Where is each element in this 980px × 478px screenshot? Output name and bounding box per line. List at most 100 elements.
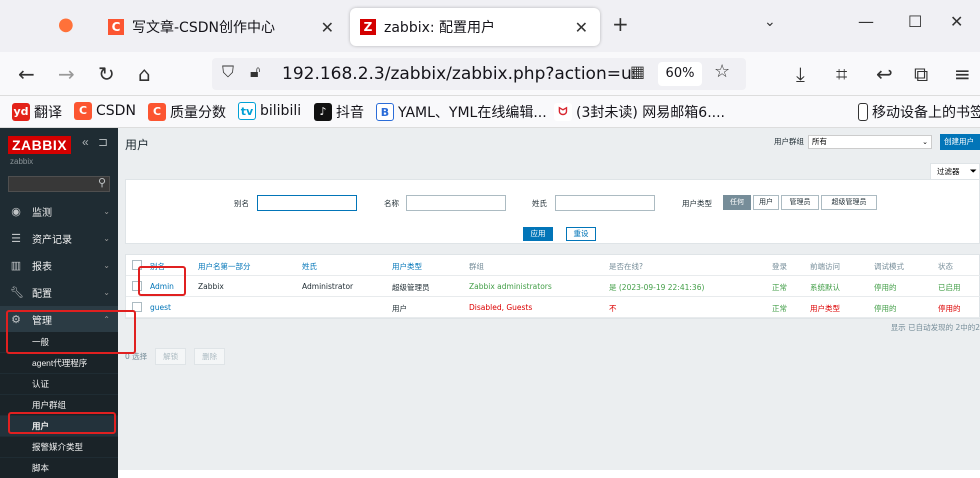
groups-link[interactable]: Zabbix administrators — [469, 282, 552, 291]
extensions-icon[interactable]: ⧉ — [914, 62, 928, 86]
url-text[interactable]: 192.168.2.3/zabbix/zabbix.php?action=use… — [282, 64, 634, 84]
reset-button[interactable]: 重设 — [566, 227, 596, 241]
submenu-users[interactable]: 用户 — [0, 416, 118, 436]
close-icon[interactable]: ✕ — [321, 18, 334, 37]
new-tab-icon[interactable]: + — [612, 12, 629, 36]
table-row: guest 用户 Disabled, Guests 不 正常 用户类型 停用的 … — [126, 297, 980, 318]
type-any[interactable]: 任何 — [723, 195, 751, 210]
login-status: 正常 — [772, 283, 787, 292]
alias-label: 别名 — [234, 199, 249, 208]
column-name[interactable]: 用户名第一部分 — [198, 261, 251, 272]
home-icon[interactable]: ⌂ — [138, 62, 151, 86]
chevron-up-icon: ⌃ — [103, 314, 110, 324]
select-all-checkbox[interactable] — [132, 260, 142, 270]
menu-reports[interactable]: ▥ 报表 ⌄ — [0, 252, 118, 278]
csdn-icon: C — [148, 103, 166, 121]
submenu-user-groups[interactable]: 用户群组 — [0, 395, 118, 415]
table-row: Admin Zabbix Administrator 超级管理员 Zabbix … — [126, 276, 980, 297]
firefox-icon[interactable]: ● — [58, 14, 74, 35]
url-bar[interactable]: ⛉ 🔓︎ 192.168.2.3/zabbix/zabbix.php?actio… — [212, 58, 746, 90]
submenu-general[interactable]: 一般 — [0, 332, 118, 352]
debug-mode-link[interactable]: 停用的 — [874, 303, 897, 314]
type-admin[interactable]: 管理员 — [781, 195, 819, 210]
window-close-icon[interactable]: ✕ — [950, 12, 963, 31]
tab-zabbix[interactable]: Z zabbix: 配置用户 ✕ — [350, 8, 600, 46]
menu-inventory[interactable]: ☰ 资产记录 ⌄ — [0, 225, 118, 251]
crop-icon[interactable]: ⌗ — [836, 62, 847, 86]
bookmark-translate[interactable]: yd 翻译 — [12, 102, 62, 122]
delete-button[interactable]: 删除 — [194, 348, 226, 365]
groups-link[interactable]: Disabled, Guests — [469, 303, 532, 312]
create-user-button[interactable]: 创建用户 — [940, 134, 980, 150]
zabbix-logo[interactable]: ZABBIX — [8, 136, 72, 154]
shield-icon[interactable]: ⛉ — [222, 62, 234, 82]
minimize-icon[interactable]: — — [858, 12, 874, 31]
debug-mode-link[interactable]: 停用的 — [874, 282, 897, 293]
surname-input[interactable] — [555, 195, 655, 211]
alias-link[interactable]: Admin — [150, 282, 174, 291]
navigation-bar: ← → ↻ ⌂ ⛉ 🔓︎ 192.168.2.3/zabbix/zabbix.p… — [0, 52, 980, 96]
chevron-down-icon: ⌄ — [103, 206, 110, 216]
user-group-select[interactable]: 所有 ⌄ — [808, 135, 932, 149]
submenu-proxies[interactable]: agent代理程序 — [0, 353, 118, 373]
alias-link[interactable]: guest — [150, 303, 171, 312]
chevron-down-icon[interactable]: ⌄ — [764, 14, 776, 30]
bookmark-star-icon[interactable]: ☆ — [714, 61, 730, 82]
menu-administration[interactable]: ⚙ 管理 ⌃ — [0, 306, 118, 332]
bookmark-douyin[interactable]: ♪ 抖音 — [314, 102, 364, 122]
name-input[interactable] — [406, 195, 506, 211]
bookmark-mobile[interactable]: 移动设备上的书签 — [858, 102, 980, 122]
qr-code-icon[interactable]: ▦ — [630, 62, 645, 81]
chevron-down-icon: ⌄ — [103, 287, 110, 297]
zoom-level[interactable]: 60% — [658, 62, 702, 86]
bookmark-quality[interactable]: C 质量分数 — [148, 102, 226, 122]
column-surname[interactable]: 姓氏 — [302, 261, 317, 272]
submenu-scripts[interactable]: 脚本 — [0, 458, 118, 478]
bookmark-bilibili[interactable]: tv bilibili — [238, 102, 301, 120]
apply-button[interactable]: 应用 — [523, 227, 553, 241]
type-super-admin[interactable]: 超级管理员 — [821, 195, 877, 210]
column-user-type[interactable]: 用户类型 — [392, 261, 422, 272]
menu-icon[interactable]: ≡ — [954, 62, 971, 86]
submenu-media-types[interactable]: 报警媒介类型 — [0, 437, 118, 457]
reload-icon[interactable]: ↻ — [98, 62, 115, 86]
user-type-cell: 超级管理员 — [392, 283, 430, 292]
sidebar-search-input[interactable]: ⚲ — [8, 176, 110, 192]
chart-icon: ▥ — [10, 259, 22, 272]
row-checkbox[interactable] — [132, 302, 142, 312]
reply-icon[interactable]: ↩ — [876, 62, 893, 86]
download-icon[interactable]: ⤓ — [796, 62, 805, 86]
browser-tab-bar: ● C 写文章-CSDN创作中心 ✕ Z zabbix: 配置用户 ✕ + ⌄ … — [0, 0, 980, 52]
submenu-authentication[interactable]: 认证 — [0, 374, 118, 394]
filter-tab[interactable]: 过滤器 ⏷ — [930, 163, 980, 179]
surname-cell: Administrator — [302, 282, 354, 291]
insecure-lock-icon[interactable]: 🔓︎ — [250, 62, 260, 82]
menu-configuration[interactable]: 🔧︎ 配置 ⌄ — [0, 279, 118, 305]
maximize-icon[interactable]: ☐ — [908, 12, 922, 31]
column-alias[interactable]: 别名 — [150, 261, 165, 272]
login-status: 正常 — [772, 304, 787, 313]
search-icon[interactable]: ⚲ — [98, 176, 106, 189]
alias-input[interactable] — [257, 195, 357, 211]
mail-icon: ᗢ — [554, 103, 572, 121]
unblock-button[interactable]: 解锁 — [155, 348, 187, 365]
status-link[interactable]: 停用的 — [938, 303, 961, 314]
bookmark-yaml[interactable]: B YAML、YML在线编辑... — [376, 102, 547, 122]
row-checkbox[interactable] — [132, 281, 142, 291]
back-icon[interactable]: ← — [18, 62, 35, 86]
kiosk-mode-icon[interactable]: ⊐ — [98, 135, 108, 149]
column-status: 状态 — [938, 262, 953, 271]
menu-monitoring[interactable]: ◉ 监测 ⌄ — [0, 198, 118, 224]
collapse-sidebar-icon[interactable]: « — [82, 135, 89, 149]
bookmark-mail[interactable]: ᗢ (3封未读) 网易邮箱6.... — [554, 102, 725, 122]
selected-count: 0 选择 — [125, 352, 148, 361]
tab-label: 写文章-CSDN创作中心 — [132, 20, 275, 36]
bookmark-csdn[interactable]: C CSDN — [74, 102, 136, 120]
type-user[interactable]: 用户 — [753, 195, 779, 210]
tab-csdn[interactable]: C 写文章-CSDN创作中心 ✕ — [96, 8, 346, 46]
forward-icon[interactable]: → — [58, 62, 75, 86]
table-header: 别名 用户名第一部分 姓氏 用户类型 群组 是否在线? 登录 前端访问 调试模式… — [126, 255, 980, 276]
users-table: 别名 用户名第一部分 姓氏 用户类型 群组 是否在线? 登录 前端访问 调试模式… — [125, 254, 980, 319]
status-link[interactable]: 已启用 — [938, 282, 961, 293]
close-icon[interactable]: ✕ — [575, 18, 588, 37]
